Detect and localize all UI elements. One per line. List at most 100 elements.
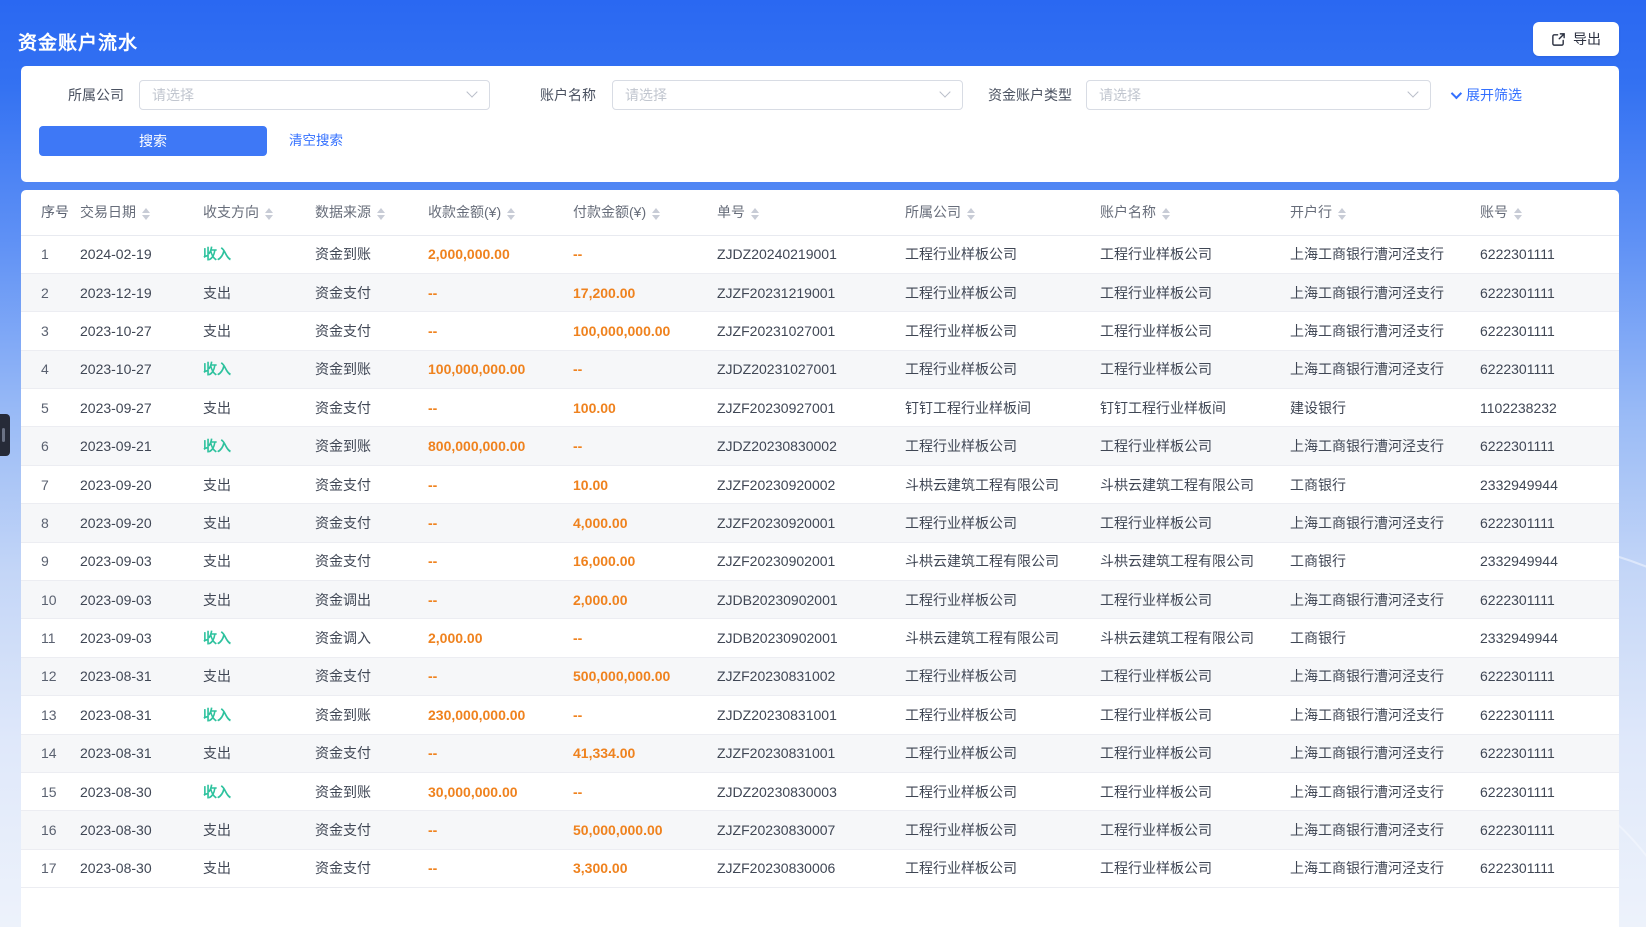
cell-pay: 41,334.00	[573, 734, 717, 772]
cell-bank: 上海工商银行漕河泾支行	[1290, 772, 1480, 810]
cell-index: 2	[21, 273, 80, 311]
company-select[interactable]: 请选择	[139, 80, 490, 110]
sort-icon[interactable]	[507, 208, 515, 220]
column-header-pay[interactable]: 付款金额(¥)	[573, 190, 717, 235]
cell-index: 3	[21, 312, 80, 350]
table-row: 32023-10-27支出资金支付--100,000,000.00ZJZF202…	[21, 312, 1619, 350]
cell-company: 工程行业样板公司	[905, 504, 1100, 542]
cell-bank: 上海工商银行漕河泾支行	[1290, 312, 1480, 350]
cell-order_no: ZJZF20230902001	[717, 542, 905, 580]
cell-index: 8	[21, 504, 80, 542]
cell-receive: 230,000,000.00	[428, 696, 573, 734]
table-row: 102023-09-03支出资金调出--2,000.00ZJDB20230902…	[21, 581, 1619, 619]
clear-search-link[interactable]: 清空搜索	[289, 126, 343, 156]
column-label: 交易日期	[80, 204, 136, 220]
page-header: 资金账户流水 导出	[0, 0, 1646, 62]
cell-date: 2023-09-03	[80, 542, 203, 580]
sort-icon[interactable]	[142, 208, 150, 220]
filter-label-company: 所属公司	[68, 80, 124, 110]
account-name-select-placeholder: 请选择	[625, 81, 667, 109]
table-row: 62023-09-21收入资金到账800,000,000.00--ZJDZ202…	[21, 427, 1619, 465]
cell-pay: 50,000,000.00	[573, 811, 717, 849]
sort-icon[interactable]	[751, 208, 759, 220]
cell-bank: 上海工商银行漕河泾支行	[1290, 273, 1480, 311]
cell-order_no: ZJDZ20230830002	[717, 427, 905, 465]
cell-source: 资金调入	[315, 619, 428, 657]
cell-date: 2023-09-03	[80, 619, 203, 657]
column-header-account_no[interactable]: 账号	[1480, 190, 1619, 235]
cell-source: 资金支付	[315, 542, 428, 580]
cell-account_no: 1102238232	[1480, 389, 1619, 427]
cell-direction: 支出	[203, 849, 315, 887]
column-header-order_no[interactable]: 单号	[717, 190, 905, 235]
column-header-bank[interactable]: 开户行	[1290, 190, 1480, 235]
cell-receive: --	[428, 811, 573, 849]
account-type-select-placeholder: 请选择	[1099, 81, 1141, 109]
expand-filters-link[interactable]: 展开筛选	[1451, 80, 1522, 110]
transactions-table: 序号交易日期收支方向数据来源收款金额(¥)付款金额(¥)单号所属公司账户名称开户…	[21, 190, 1619, 888]
cell-pay: 17,200.00	[573, 273, 717, 311]
column-header-direction[interactable]: 收支方向	[203, 190, 315, 235]
column-header-company[interactable]: 所属公司	[905, 190, 1100, 235]
cell-direction: 收入	[203, 235, 315, 273]
cell-bank: 工商银行	[1290, 465, 1480, 503]
export-button[interactable]: 导出	[1533, 22, 1619, 56]
cell-bank: 上海工商银行漕河泾支行	[1290, 734, 1480, 772]
cell-company: 斗栱云建筑工程有限公司	[905, 542, 1100, 580]
sort-icon[interactable]	[1514, 208, 1522, 220]
cell-receive: --	[428, 581, 573, 619]
cell-direction: 支出	[203, 734, 315, 772]
cell-index: 6	[21, 427, 80, 465]
sort-icon[interactable]	[1162, 208, 1170, 220]
column-label: 开户行	[1290, 204, 1332, 220]
cell-direction: 支出	[203, 465, 315, 503]
sort-icon[interactable]	[265, 208, 273, 220]
table-row: 172023-08-30支出资金支付--3,300.00ZJZF20230830…	[21, 849, 1619, 887]
cell-account_no: 6222301111	[1480, 696, 1619, 734]
cell-order_no: ZJZF20230920001	[717, 504, 905, 542]
column-header-source[interactable]: 数据来源	[315, 190, 428, 235]
cell-direction: 支出	[203, 504, 315, 542]
cell-bank: 上海工商银行漕河泾支行	[1290, 657, 1480, 695]
search-button[interactable]: 搜索	[39, 126, 267, 156]
cell-account_name: 斗栱云建筑工程有限公司	[1100, 619, 1290, 657]
sort-icon[interactable]	[377, 208, 385, 220]
column-header-date[interactable]: 交易日期	[80, 190, 203, 235]
cell-index: 4	[21, 350, 80, 388]
cell-date: 2023-08-30	[80, 811, 203, 849]
cell-bank: 工商银行	[1290, 542, 1480, 580]
cell-source: 资金到账	[315, 427, 428, 465]
table-row: 22023-12-19支出资金支付--17,200.00ZJZF20231219…	[21, 273, 1619, 311]
cell-pay: 10.00	[573, 465, 717, 503]
cell-account_no: 6222301111	[1480, 734, 1619, 772]
column-label: 收支方向	[203, 204, 259, 220]
cell-pay: 500,000,000.00	[573, 657, 717, 695]
expand-filters-label: 展开筛选	[1466, 80, 1522, 110]
cell-date: 2023-08-30	[80, 772, 203, 810]
cell-order_no: ZJDB20230902001	[717, 581, 905, 619]
cell-account_name: 斗栱云建筑工程有限公司	[1100, 465, 1290, 503]
cell-account_no: 6222301111	[1480, 427, 1619, 465]
cell-receive: 2,000.00	[428, 619, 573, 657]
chevron-down-icon	[939, 86, 950, 97]
cell-direction: 收入	[203, 427, 315, 465]
sort-icon[interactable]	[967, 208, 975, 220]
drawer-handle[interactable]	[0, 414, 10, 456]
sort-icon[interactable]	[652, 208, 660, 220]
cell-bank: 建设银行	[1290, 389, 1480, 427]
account-name-select[interactable]: 请选择	[612, 80, 963, 110]
sort-icon[interactable]	[1338, 208, 1346, 220]
cell-company: 工程行业样板公司	[905, 350, 1100, 388]
cell-bank: 工商银行	[1290, 619, 1480, 657]
account-type-select[interactable]: 请选择	[1086, 80, 1431, 110]
column-label: 单号	[717, 204, 745, 220]
cell-account_no: 6222301111	[1480, 504, 1619, 542]
column-header-receive[interactable]: 收款金额(¥)	[428, 190, 573, 235]
cell-direction: 支出	[203, 389, 315, 427]
table-row: 142023-08-31支出资金支付--41,334.00ZJZF2023083…	[21, 734, 1619, 772]
cell-direction: 收入	[203, 350, 315, 388]
cell-account_name: 工程行业样板公司	[1100, 312, 1290, 350]
column-header-account_name[interactable]: 账户名称	[1100, 190, 1290, 235]
cell-receive: --	[428, 542, 573, 580]
cell-index: 10	[21, 581, 80, 619]
